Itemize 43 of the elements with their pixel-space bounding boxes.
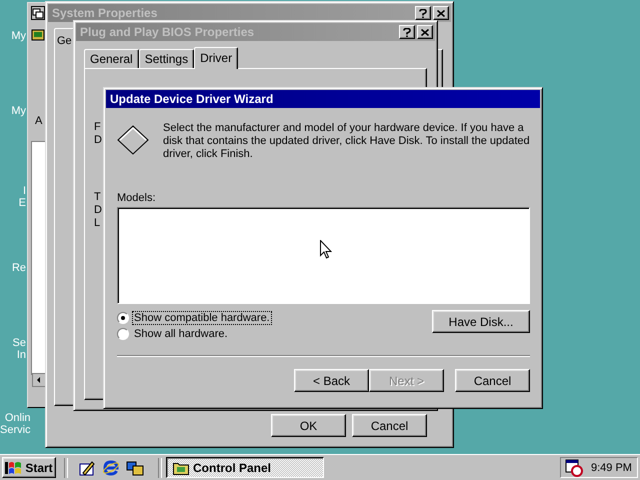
window-title: System Properties <box>52 6 158 20</box>
models-label: Models: <box>117 192 157 204</box>
radio-button[interactable]: Show compatible hardware. <box>117 312 271 324</box>
panel-text: D <box>94 134 102 147</box>
window-title: Update Device Driver Wizard <box>110 92 274 106</box>
dialog-button[interactable]: OK <box>271 414 346 437</box>
panel-text: T <box>94 191 101 204</box>
models-list[interactable] <box>117 207 530 304</box>
have-disk-button[interactable]: Have Disk... <box>432 310 530 333</box>
scroll-left-icon[interactable] <box>32 373 46 387</box>
tab[interactable]: Settings <box>138 49 194 68</box>
panel-text: L <box>94 217 100 230</box>
question-icon <box>419 8 427 18</box>
tab[interactable]: Driver <box>194 47 238 69</box>
windows-flag-icon <box>5 460 22 474</box>
panel-text: D <box>94 204 102 217</box>
channels-icon[interactable] <box>126 458 144 476</box>
dialog-button[interactable]: Cancel <box>352 414 427 437</box>
wizard-button[interactable]: Cancel <box>455 369 530 392</box>
clock[interactable]: 9:49 PM <box>591 462 632 474</box>
folder-icon <box>173 460 189 474</box>
close-button[interactable] <box>417 25 433 39</box>
window-text: A <box>35 115 42 127</box>
window-icon <box>31 28 45 42</box>
close-icon <box>437 10 445 16</box>
help-button[interactable] <box>415 6 431 20</box>
wizard-button[interactable]: < Back <box>294 369 369 392</box>
question-icon <box>403 28 411 36</box>
mouse-pointer-icon <box>320 240 332 259</box>
desktop-pencil-icon[interactable] <box>78 458 96 476</box>
diamond-icon <box>117 125 149 155</box>
browser-e-icon[interactable] <box>102 458 120 476</box>
scheduler-icon[interactable] <box>565 458 583 476</box>
tab[interactable]: Ge <box>54 28 75 50</box>
instruction-text: Select the manufacturer and model of your hardware device. If you have a disk that contains the updated driver, click Have Disk. To install the updated driver, click Finish. <box>163 122 530 161</box>
start-button[interactable]: Start <box>2 457 56 478</box>
tab[interactable]: General <box>84 49 139 68</box>
close-icon <box>421 28 429 36</box>
panel-text: F <box>94 121 101 134</box>
taskbar-button[interactable]: Control Panel <box>166 457 324 478</box>
radio-button[interactable]: Show all hardware. <box>117 328 271 340</box>
help-button[interactable] <box>399 25 415 39</box>
close-button[interactable] <box>433 6 449 20</box>
